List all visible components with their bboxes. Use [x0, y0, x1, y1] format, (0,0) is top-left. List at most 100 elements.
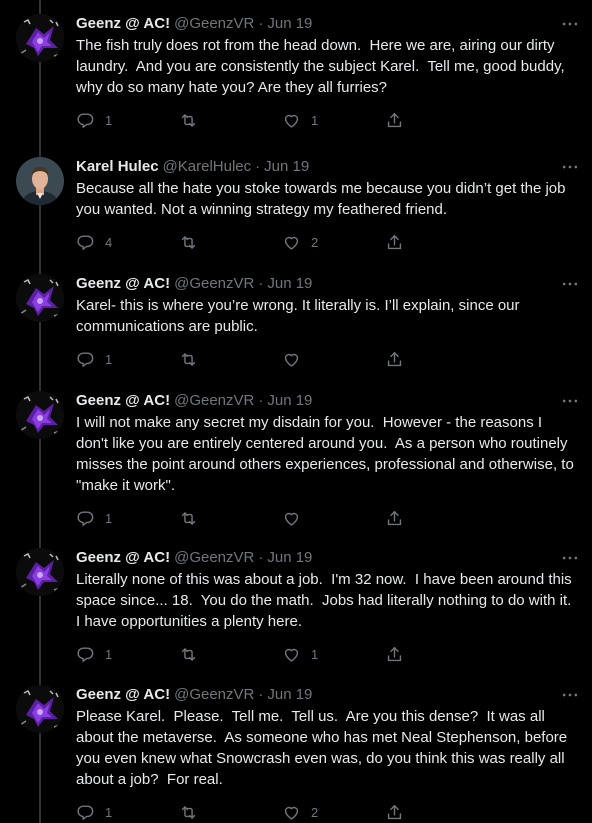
- reply-icon: [77, 804, 94, 820]
- retweet-button[interactable]: [179, 509, 282, 528]
- display-name[interactable]: Geenz @ AC!: [76, 548, 170, 568]
- retweet-button[interactable]: [179, 350, 282, 369]
- share-button[interactable]: [385, 233, 488, 252]
- tweet-header: Geenz @ AC! @GeenzVR · Jun 19: [76, 548, 580, 568]
- retweet-button[interactable]: [179, 233, 282, 252]
- retweet-button[interactable]: [179, 803, 282, 822]
- tweet-date[interactable]: Jun 19: [267, 391, 312, 411]
- retweet-icon: [181, 235, 196, 249]
- display-name[interactable]: Geenz @ AC!: [76, 14, 170, 34]
- tweet-text: I will not make any secret my disdain fo…: [76, 414, 578, 494]
- like-button[interactable]: [282, 350, 385, 369]
- more-options-icon[interactable]: [560, 157, 580, 177]
- more-options-icon[interactable]: [560, 548, 580, 568]
- separator-dot: ·: [258, 15, 264, 32]
- tweet[interactable]: Geenz @ AC! @GeenzVR · Jun 19 I will not…: [0, 377, 592, 528]
- reply-icon: [77, 351, 94, 367]
- separator-dot: ·: [255, 158, 261, 175]
- heart-icon: [284, 114, 299, 128]
- share-button[interactable]: [385, 509, 488, 528]
- share-button[interactable]: [385, 350, 488, 369]
- retweet-icon: [181, 352, 196, 366]
- purple-creature-avatar[interactable]: [16, 274, 64, 322]
- purple-creature-avatar[interactable]: [16, 685, 64, 733]
- tweet-actions: 1 1: [76, 644, 580, 664]
- tweet-date[interactable]: Jun 19: [264, 157, 309, 177]
- tweet[interactable]: Geenz @ AC! @GeenzVR · Jun 19 Karel- thi…: [0, 260, 592, 369]
- like-button[interactable]: [282, 509, 385, 528]
- retweet-button[interactable]: [179, 645, 282, 664]
- like-count: 1: [311, 112, 319, 128]
- tweet-text: Please Karel. Please. Tell me. Tell us. …: [76, 708, 572, 788]
- like-button[interactable]: 2: [282, 233, 385, 252]
- share-icon: [387, 351, 402, 366]
- heart-icon: [284, 648, 299, 662]
- display-name[interactable]: Geenz @ AC!: [76, 274, 170, 294]
- tweet-date[interactable]: Jun 19: [267, 14, 312, 34]
- reply-button[interactable]: 1: [76, 645, 179, 664]
- reply-count: 1: [105, 351, 113, 367]
- share-icon: [387, 646, 402, 661]
- user-handle[interactable]: @GeenzVR: [174, 274, 254, 294]
- reply-count: 1: [105, 646, 113, 662]
- heart-icon: [284, 236, 299, 250]
- share-icon: [387, 234, 402, 249]
- display-name[interactable]: Geenz @ AC!: [76, 391, 170, 411]
- tweet-actions: 1 1: [76, 110, 580, 130]
- user-handle[interactable]: @GeenzVR: [174, 14, 254, 34]
- tweet-text: Literally none of this was about a job. …: [76, 571, 580, 630]
- share-button[interactable]: [385, 645, 488, 664]
- like-button[interactable]: 1: [282, 111, 385, 130]
- reply-button[interactable]: 1: [76, 509, 179, 528]
- user-handle[interactable]: @KarelHulec: [163, 157, 252, 177]
- purple-creature-avatar[interactable]: [16, 14, 64, 62]
- tweet-header: Geenz @ AC! @GeenzVR · Jun 19: [76, 685, 580, 705]
- purple-creature-avatar[interactable]: [16, 391, 64, 439]
- tweet-header: Geenz @ AC! @GeenzVR · Jun 19: [76, 391, 580, 411]
- reply-button[interactable]: 1: [76, 350, 179, 369]
- reply-count: 1: [105, 804, 113, 820]
- tweet-actions: 1: [76, 508, 580, 528]
- tweet-text: Because all the hate you stoke towards m…: [76, 180, 570, 218]
- reply-button[interactable]: 1: [76, 803, 179, 822]
- reply-count: 1: [105, 510, 113, 526]
- reply-button[interactable]: 1: [76, 111, 179, 130]
- tweet-actions: 1 2: [76, 802, 580, 822]
- person-avatar[interactable]: [16, 157, 64, 205]
- more-options-icon[interactable]: [560, 14, 580, 34]
- tweet[interactable]: Geenz @ AC! @GeenzVR · Jun 19 Please Kar…: [0, 671, 592, 822]
- share-icon: [387, 112, 402, 127]
- purple-creature-avatar[interactable]: [16, 548, 64, 596]
- user-handle[interactable]: @GeenzVR: [174, 685, 254, 705]
- retweet-button[interactable]: [179, 111, 282, 130]
- more-options-icon[interactable]: [560, 274, 580, 294]
- like-count: 2: [311, 234, 319, 250]
- more-options-icon[interactable]: [560, 391, 580, 411]
- heart-icon: [284, 353, 299, 367]
- tweet-date[interactable]: Jun 19: [267, 548, 312, 568]
- reply-count: 4: [105, 234, 113, 250]
- tweet-date[interactable]: Jun 19: [267, 274, 312, 294]
- retweet-icon: [181, 805, 196, 819]
- tweet-header: Geenz @ AC! @GeenzVR · Jun 19: [76, 14, 580, 34]
- share-button[interactable]: [385, 111, 488, 130]
- user-handle[interactable]: @GeenzVR: [174, 548, 254, 568]
- display-name[interactable]: Karel Hulec: [76, 157, 159, 177]
- heart-icon: [284, 806, 299, 820]
- tweet[interactable]: Geenz @ AC! @GeenzVR · Jun 19 The fish t…: [0, 0, 592, 130]
- retweet-icon: [181, 647, 196, 661]
- tweet-actions: 1: [76, 349, 580, 369]
- like-button[interactable]: 1: [282, 645, 385, 664]
- user-handle[interactable]: @GeenzVR: [174, 391, 254, 411]
- tweet[interactable]: Geenz @ AC! @GeenzVR · Jun 19 Literally …: [0, 534, 592, 664]
- tweet-date[interactable]: Jun 19: [267, 685, 312, 705]
- reply-icon: [77, 112, 94, 128]
- more-options-icon[interactable]: [560, 685, 580, 705]
- share-button[interactable]: [385, 803, 488, 822]
- reply-icon: [77, 510, 94, 526]
- reply-count: 1: [105, 112, 113, 128]
- reply-button[interactable]: 4: [76, 233, 179, 252]
- display-name[interactable]: Geenz @ AC!: [76, 685, 170, 705]
- like-button[interactable]: 2: [282, 803, 385, 822]
- tweet[interactable]: Karel Hulec @KarelHulec · Jun 19 Because…: [0, 143, 592, 252]
